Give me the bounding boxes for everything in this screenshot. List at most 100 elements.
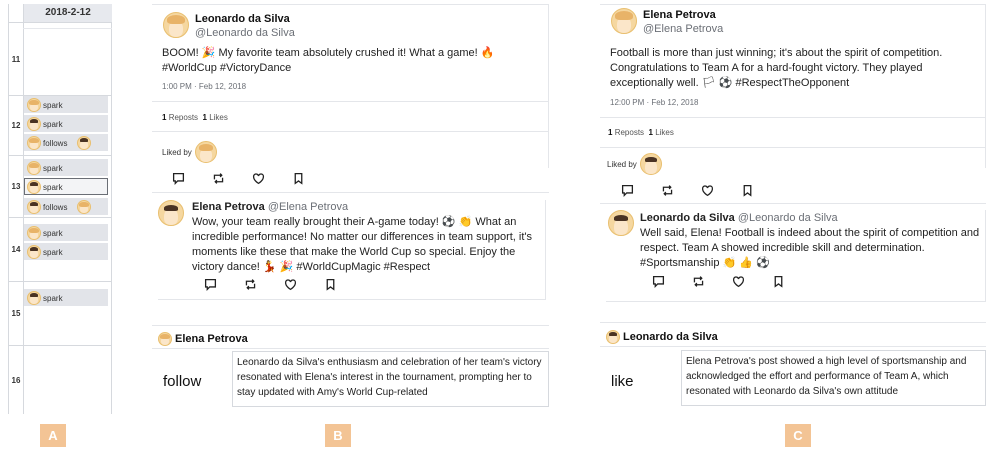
avatar (27, 200, 41, 214)
hour-label: 14 (11, 245, 21, 254)
tweet-author[interactable]: Elena Petrova @Elena Petrova (611, 8, 723, 36)
comment-icon[interactable] (204, 278, 244, 292)
calendar-event[interactable]: spark (24, 289, 108, 306)
avatar (27, 117, 41, 131)
reply-card: Elena Petrova @Elena Petrova Wow, your t… (158, 200, 546, 300)
panel-b-label: B (325, 424, 351, 447)
tweet-text: Football is more than just winning; it's… (610, 47, 943, 89)
avatar (27, 98, 41, 112)
bookmark-icon[interactable] (741, 184, 781, 198)
calendar-event[interactable]: spark (24, 224, 108, 241)
calendar-event[interactable]: spark (24, 96, 108, 113)
event-label: spark (43, 248, 63, 257)
calendar-event[interactable]: spark (24, 115, 108, 132)
avatar (27, 226, 41, 240)
avatar (606, 330, 620, 344)
reply-author-handle: @Leonardo da Silva (737, 212, 838, 224)
calendar-event[interactable]: follows (24, 198, 108, 215)
tweet-actions (172, 172, 332, 186)
avatar (158, 332, 172, 346)
reply-author-handle: @Elena Petrova (267, 201, 349, 213)
avatar (27, 291, 41, 305)
calendar-event-selected[interactable]: spark (24, 178, 108, 195)
reposts-label: Reposts (614, 128, 645, 137)
explanation-action: like (611, 373, 634, 390)
explanation-user: Leonardo da Silva (623, 331, 718, 343)
comment-icon[interactable] (172, 172, 212, 186)
repost-icon[interactable] (244, 278, 284, 292)
heart-icon[interactable] (701, 184, 741, 198)
reply-text: Wow, your team really brought their A-ga… (192, 216, 533, 273)
likes-label: Likes (209, 113, 228, 122)
explanation-action: follow (163, 373, 202, 390)
liked-by[interactable]: Liked by (162, 141, 217, 163)
liked-by-label: Liked by (162, 147, 192, 157)
bookmark-icon[interactable] (324, 278, 364, 292)
heart-icon[interactable] (284, 278, 324, 292)
comment-icon[interactable] (652, 275, 692, 289)
author-name: Elena Petrova (643, 9, 716, 21)
event-label: spark (43, 183, 63, 192)
bookmark-icon[interactable] (292, 172, 332, 186)
heart-icon[interactable] (252, 172, 292, 186)
avatar (77, 136, 91, 150)
avatar (194, 141, 217, 163)
calendar-date: 2018-2-12 (23, 4, 112, 22)
hour-label: 16 (11, 375, 21, 385)
author-name: Leonardo da Silva (195, 13, 290, 25)
repost-icon[interactable] (212, 172, 252, 186)
tweet-timestamp: 12:00 PM · Feb 12, 2018 (610, 98, 699, 107)
event-label: spark (43, 294, 63, 303)
liked-by-label: Liked by (607, 159, 637, 169)
tweet-actions (621, 184, 781, 198)
bookmark-icon[interactable] (772, 275, 812, 289)
hour-row: 11 (9, 23, 112, 96)
avatar (611, 8, 637, 34)
panel-c-label: C (785, 424, 811, 447)
hour-label: 13 (11, 182, 21, 191)
reply-author-name: Leonardo da Silva (640, 212, 735, 224)
comment-icon[interactable] (621, 184, 661, 198)
reply-actions (652, 275, 812, 289)
tweet-timestamp: 1:00 PM · Feb 12, 2018 (162, 82, 247, 91)
hour-label: 11 (11, 54, 21, 64)
avatar (27, 245, 41, 259)
panel-a-label: A (40, 424, 66, 447)
explanation-title: Leonardo da Silva (606, 330, 718, 344)
reposts-count: 1 (608, 128, 613, 137)
reply-author-name: Elena Petrova (192, 201, 265, 213)
calendar-event[interactable]: follows (24, 134, 108, 151)
reply-text: Well said, Elena! Football is indeed abo… (640, 227, 980, 269)
calendar-panel: 2018-2-12 11 12 13 14 15 16 spark spark … (8, 4, 112, 414)
avatar (639, 153, 662, 175)
hour-row: 16 (9, 346, 112, 414)
avatar (77, 200, 91, 214)
explanation-title: Elena Petrova (158, 332, 248, 346)
event-label: spark (43, 164, 63, 173)
tweet-author[interactable]: Leonardo da Silva @Leonardo da Silva (163, 12, 295, 40)
explanation-text: Elena Petrova's post showed a high level… (681, 350, 986, 406)
reply-actions (204, 278, 364, 292)
tweet-text: BOOM! 🎉 My favorite team absolutely crus… (162, 47, 495, 74)
event-label: spark (43, 229, 63, 238)
reposts-label: Reposts (168, 113, 199, 122)
reply-card: Leonardo da Silva @Leonardo da Silva Wel… (606, 210, 986, 302)
likes-label: Likes (655, 128, 674, 137)
repost-icon[interactable] (692, 275, 732, 289)
calendar-event[interactable]: spark (24, 159, 108, 176)
event-label: follows (43, 203, 68, 212)
heart-icon[interactable] (732, 275, 772, 289)
tweet-stats: 1 Reposts 1 Likes (608, 128, 674, 137)
avatar (608, 210, 634, 236)
author-handle: @Leonardo da Silva (195, 27, 295, 39)
avatar (27, 161, 41, 175)
likes-count: 1 (202, 113, 207, 122)
likes-count: 1 (648, 128, 653, 137)
event-label: spark (43, 120, 63, 129)
liked-by[interactable]: Liked by (607, 153, 662, 175)
calendar-event[interactable]: spark (24, 243, 108, 260)
event-label: follows (43, 139, 68, 148)
repost-icon[interactable] (661, 184, 701, 198)
event-label: spark (43, 101, 63, 110)
explanation-text: Leonardo da Silva's enthusiasm and celeb… (232, 351, 549, 407)
